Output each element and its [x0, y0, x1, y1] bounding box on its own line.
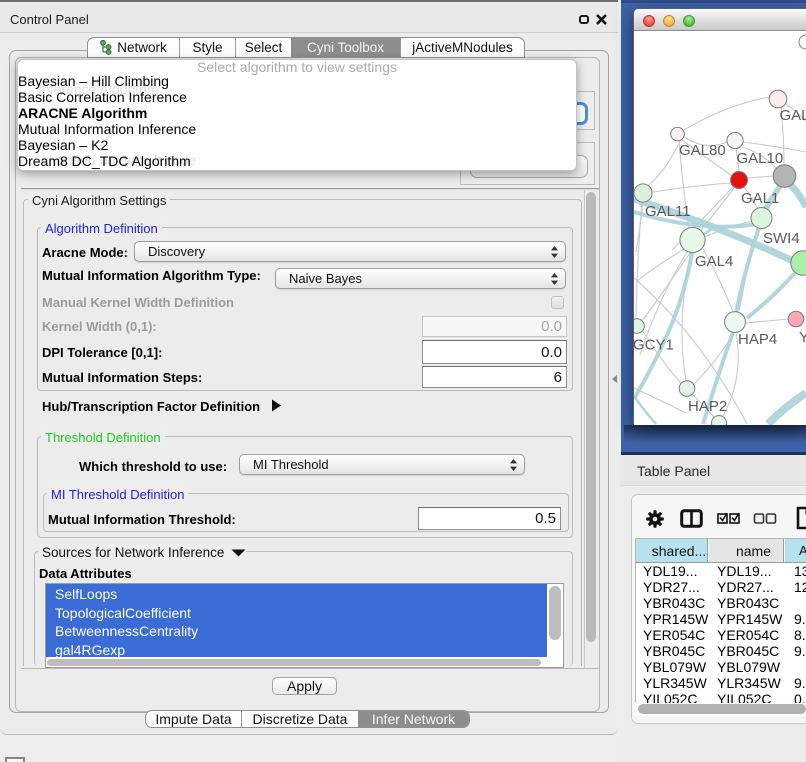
- svg-text:GAL4: GAL4: [695, 253, 733, 270]
- svg-text:HAP4: HAP4: [738, 331, 777, 348]
- svg-text:Y: Y: [799, 329, 806, 346]
- svg-text:GAL10: GAL10: [737, 150, 784, 167]
- svg-text:GAL80: GAL80: [679, 142, 726, 159]
- svg-text:GAL1: GAL1: [741, 190, 779, 207]
- svg-text:GAL11: GAL11: [645, 203, 691, 220]
- svg-text:GAL: GAL: [780, 107, 806, 124]
- svg-text:GCY1: GCY1: [634, 337, 674, 354]
- svg-text:SWI4: SWI4: [763, 230, 800, 247]
- svg-text:HAP2: HAP2: [688, 398, 727, 415]
